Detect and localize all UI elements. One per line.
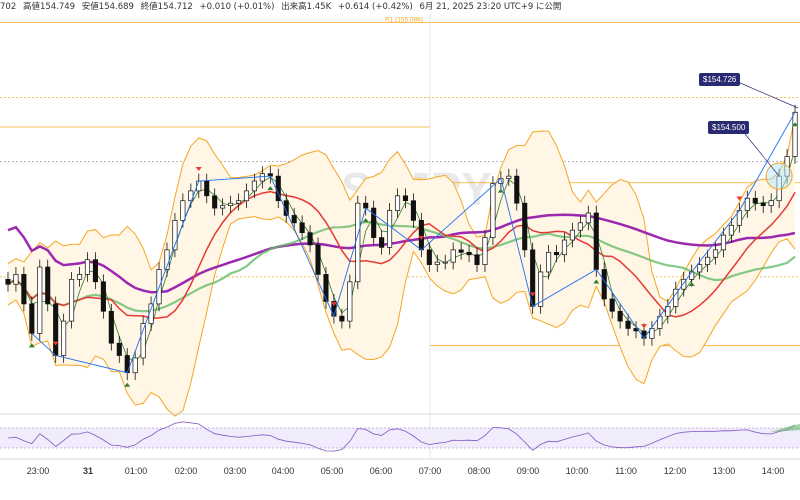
candle-body-32	[259, 173, 265, 182]
candle-body-15	[124, 355, 130, 374]
candle-body-3	[29, 303, 35, 334]
price-callout-high: $154.726	[699, 73, 741, 86]
candle-body-60	[482, 237, 488, 265]
candle-body-0	[5, 278, 11, 285]
candle-body-9	[76, 274, 83, 280]
x-tick-4: 03:00	[224, 466, 247, 476]
candle-body-75	[601, 269, 607, 300]
x-tick-5: 04:00	[272, 466, 295, 476]
candle-body-99	[792, 111, 798, 157]
candle-body-55	[442, 261, 448, 264]
candle-body-36	[291, 215, 297, 224]
candle-body-44	[355, 202, 361, 283]
candle-body-42	[339, 315, 345, 322]
candle-body-40	[323, 274, 329, 302]
candle-body-2	[21, 274, 27, 305]
candle-body-90	[720, 234, 727, 251]
candle-body-87	[697, 264, 703, 273]
candle-body-49	[394, 195, 401, 211]
candle-body-69	[553, 251, 560, 256]
candle-body-68	[546, 251, 552, 273]
x-tick-0: 23:00	[27, 466, 50, 476]
candle-body-11	[92, 259, 98, 283]
oscillator-band	[0, 428, 800, 448]
candle-body-17	[140, 323, 146, 359]
candle-body-96	[768, 200, 774, 206]
candle-body-50	[402, 195, 409, 202]
candle-body-47	[379, 237, 385, 248]
candle-body-95	[760, 202, 766, 206]
candle-body-26	[212, 195, 218, 209]
candle-body-61	[490, 183, 496, 238]
candle-body-64	[514, 175, 520, 204]
candle-body-29	[235, 200, 242, 204]
x-tick-6: 05:00	[321, 466, 344, 476]
candle-body-73	[585, 212, 591, 224]
candle-body-91	[728, 224, 734, 236]
candle-body-70	[561, 239, 568, 256]
x-tick-10: 09:00	[517, 466, 540, 476]
candle-body-72	[577, 222, 583, 231]
candle-body-56	[450, 249, 456, 263]
candle-body-37	[299, 222, 305, 234]
x-tick-8: 07:00	[419, 466, 442, 476]
candle-body-10	[84, 259, 91, 275]
candle-body-53	[426, 249, 432, 265]
candle-body-58	[466, 251, 472, 256]
candle-body-39	[315, 244, 321, 275]
candle-body-38	[307, 232, 313, 246]
candle-body-78	[625, 320, 631, 329]
candle-body-30	[243, 190, 250, 202]
candle-body-5	[45, 266, 51, 305]
candle-body-6	[53, 303, 59, 356]
candle-body-8	[69, 278, 75, 322]
x-tick-2: 01:00	[125, 466, 148, 476]
candle-body-57	[458, 249, 464, 253]
x-tick-7: 06:00	[370, 466, 393, 476]
x-tick-9: 08:00	[468, 466, 491, 476]
candle-body-59	[474, 254, 480, 265]
candle-body-16	[132, 357, 138, 374]
candle-body-28	[228, 202, 234, 206]
candle-body-86	[689, 271, 695, 280]
candle-body-1	[13, 274, 19, 285]
candle-body-89	[712, 249, 719, 258]
candle-body-4	[37, 266, 43, 334]
candle-body-88	[705, 256, 711, 265]
candle-body-13	[108, 310, 114, 344]
candle-body-76	[609, 298, 615, 312]
candle-body-52	[418, 220, 424, 251]
candle-body-22	[180, 200, 186, 221]
x-tick-1: 31	[83, 466, 93, 476]
candle-body-25	[204, 180, 210, 197]
x-tick-14: 13:00	[713, 466, 736, 476]
candle-body-43	[347, 281, 353, 322]
x-tick-12: 11:00	[615, 466, 637, 476]
candle-body-74	[593, 212, 599, 270]
candle-body-65	[522, 202, 528, 251]
candle-body-12	[100, 281, 106, 312]
price-chart[interactable]: USDJPY R1 (155.086)(154.433) 23:003101:0…	[0, 0, 800, 500]
candle-body-71	[569, 229, 575, 241]
x-tick-13: 12:00	[664, 466, 687, 476]
candle-body-63	[506, 175, 512, 179]
candle-body-94	[752, 197, 758, 204]
candle-body-80	[641, 330, 647, 339]
candle-body-31	[251, 180, 257, 192]
candle-body-27	[220, 205, 226, 209]
x-tick-11: 10:00	[566, 466, 589, 476]
x-tick-3: 02:00	[175, 466, 198, 476]
candle-body-51	[410, 200, 416, 221]
candle-body-54	[434, 261, 440, 265]
candle-body-14	[116, 342, 122, 356]
candle-body-77	[617, 310, 623, 322]
candle-body-48	[387, 210, 393, 248]
candle-body-7	[61, 320, 67, 356]
level-label-0: R1 (155.086)	[385, 16, 423, 23]
callout-connector-high	[737, 81, 799, 109]
candle-body-45	[363, 202, 369, 209]
price-callout-mid: $154.500	[708, 121, 750, 134]
candle-body-66	[530, 249, 536, 307]
x-tick-15: 14:00	[762, 466, 785, 476]
